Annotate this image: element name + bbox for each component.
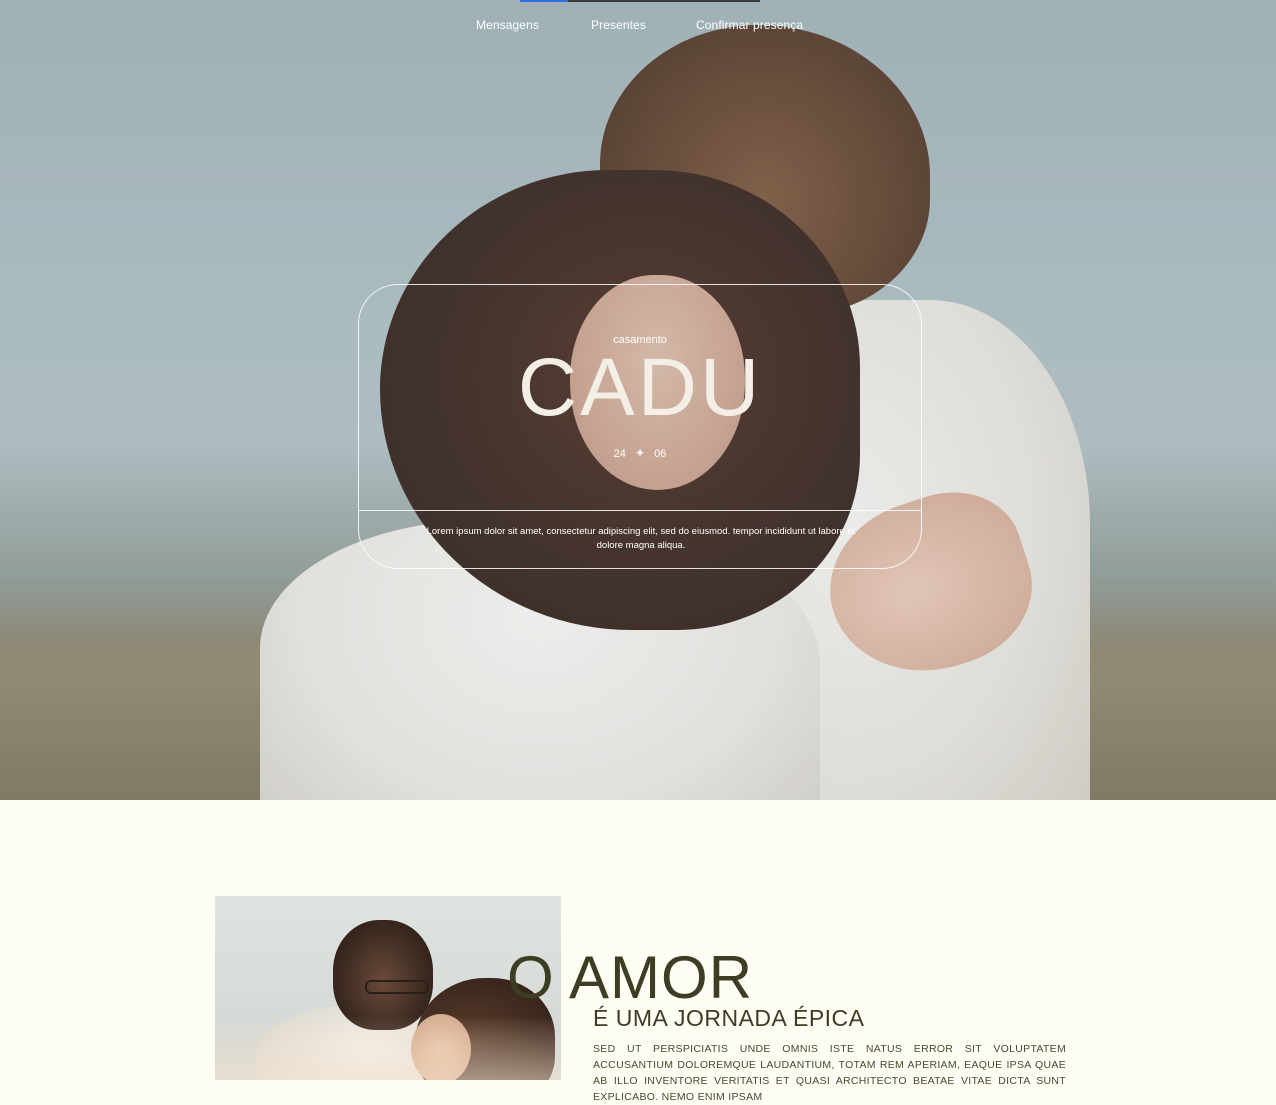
hero-card-divider [359,510,921,511]
nav-active-indicator [520,0,568,2]
nav-link-confirmar-presenca[interactable]: Confirmar presença [696,18,803,32]
hero-description: Lorem ipsum dolor sit amet, consectetur … [426,526,856,551]
hero-date-day: 24 [613,448,626,460]
hero-title: CADU [517,342,763,433]
couple-photo-sunlight [215,1016,561,1080]
hero-card: casamento CADU 24 ✦ 06 Lorem ipsum dolor… [358,284,922,569]
main-nav: Mensagens Presentes Confirmar presença [0,18,1276,38]
sparkle-icon: ✦ [634,446,646,460]
love-subtitle: É UMA JORNADA ÉPICA [593,1005,865,1031]
nav-link-mensagens[interactable]: Mensagens [476,18,539,32]
couple-photo-glasses [365,980,429,994]
love-section: O AMOR É UMA JORNADA ÉPICA SED UT PERSPI… [0,800,1276,1103]
hero-section: Mensagens Presentes Confirmar presença c… [0,0,1276,800]
couple-photo-man-head [333,920,433,1030]
love-body-text: SED UT PERSPICIATIS UNDE OMNIS ISTE NATU… [593,1042,1066,1103]
hero-date: 24 ✦ 06 [359,446,921,460]
hero-date-month: 06 [654,448,667,460]
love-title: O AMOR [507,943,754,1011]
nav-link-presentes[interactable]: Presentes [591,18,646,32]
